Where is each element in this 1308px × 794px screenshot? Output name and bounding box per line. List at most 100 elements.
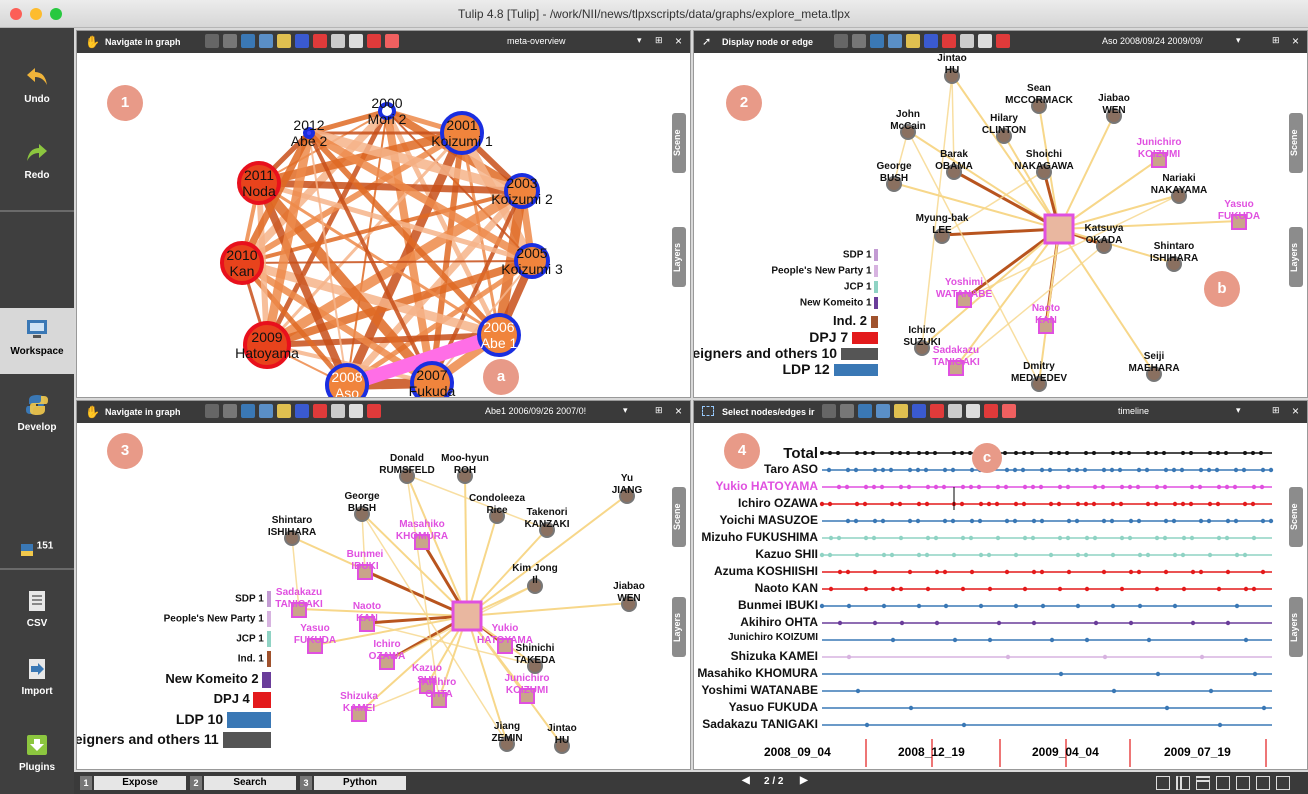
python-button[interactable]: Python	[314, 776, 406, 790]
zoom-icon[interactable]	[349, 34, 363, 48]
timeline-event[interactable]	[845, 467, 851, 473]
timeline-event[interactable]	[1119, 535, 1125, 541]
fisheye-icon[interactable]	[259, 34, 273, 48]
timeline-event[interactable]	[1048, 501, 1054, 507]
timeline-event[interactable]	[1146, 637, 1152, 643]
timeline-event[interactable]	[924, 552, 930, 558]
timeline-event[interactable]	[1039, 518, 1045, 524]
timeline-event[interactable]	[995, 484, 1001, 490]
timeline-event[interactable]	[855, 688, 861, 694]
timeline-event[interactable]	[952, 637, 958, 643]
timeline-event[interactable]	[872, 620, 878, 626]
timeline-event[interactable]	[960, 451, 964, 455]
timeline-event[interactable]	[1004, 518, 1010, 524]
timeline-event[interactable]	[1250, 501, 1256, 507]
timeline-event[interactable]	[1198, 467, 1204, 473]
timeline-event[interactable]	[1207, 552, 1213, 558]
timeline-event[interactable]	[1110, 603, 1116, 609]
timeline-event[interactable]	[1030, 451, 1034, 455]
timeline-event[interactable]	[854, 501, 860, 507]
timeline-event[interactable]	[1013, 603, 1019, 609]
timeline-event[interactable]	[1137, 552, 1143, 558]
timeline-event[interactable]	[1189, 451, 1193, 455]
prev-page-icon[interactable]: ◀	[742, 775, 750, 786]
layers-tab[interactable]: Layers	[1289, 597, 1303, 657]
timeline-event[interactable]	[819, 603, 825, 609]
timeline-event[interactable]	[1137, 603, 1143, 609]
timeline-event[interactable]	[1172, 501, 1178, 507]
delete-icon[interactable]	[331, 34, 345, 48]
timeline-event[interactable]	[1180, 552, 1186, 558]
timeline-event[interactable]	[933, 484, 939, 490]
timeline-event[interactable]	[986, 552, 992, 558]
timeline-event[interactable]	[917, 451, 921, 455]
timeline-event[interactable]	[934, 620, 940, 626]
timeline-event[interactable]	[1111, 688, 1117, 694]
timeline-event[interactable]	[853, 518, 859, 524]
timeline-event[interactable]	[1224, 451, 1228, 455]
timeline-event[interactable]	[1022, 484, 1028, 490]
timeline-event[interactable]	[1217, 722, 1223, 728]
timeline-event[interactable]	[890, 637, 896, 643]
delete-icon[interactable]	[960, 34, 974, 48]
timeline-event[interactable]	[1146, 451, 1150, 455]
close-panel-icon[interactable]: ×	[1292, 34, 1299, 48]
timeline-event[interactable]	[1075, 501, 1081, 507]
edit-edge-icon[interactable]	[313, 34, 327, 48]
timeline-event[interactable]	[880, 467, 886, 473]
close-panel-icon[interactable]: ×	[675, 34, 682, 48]
timeline-event[interactable]	[1164, 705, 1170, 711]
timeline-event[interactable]	[986, 501, 992, 507]
edit-edge-icon[interactable]	[930, 404, 944, 418]
timeline-event[interactable]	[1091, 501, 1097, 507]
dropdown-arrow-icon[interactable]: ▾	[623, 405, 628, 416]
timeline-event[interactable]	[1048, 552, 1054, 558]
timeline-event[interactable]	[1260, 569, 1266, 575]
timeline-event[interactable]	[863, 535, 869, 541]
timeline-event[interactable]	[1153, 501, 1159, 507]
add-edge-icon[interactable]	[295, 34, 309, 48]
undo-button[interactable]: Undo	[0, 56, 74, 126]
timeline-event[interactable]	[1163, 569, 1169, 575]
layers-tab[interactable]: Layers	[672, 227, 686, 287]
timeline-event[interactable]	[1065, 484, 1071, 490]
timeline-event[interactable]	[1224, 535, 1230, 541]
timeline-event[interactable]	[1243, 451, 1247, 455]
timeline-event[interactable]	[1012, 467, 1018, 473]
timeline-event[interactable]	[933, 451, 937, 455]
timeline-event[interactable]	[1171, 518, 1177, 524]
timeline-event[interactable]	[925, 451, 929, 455]
timeline-event[interactable]	[915, 467, 921, 473]
timeline-event[interactable]	[994, 501, 1000, 507]
timeline-event[interactable]	[925, 535, 931, 541]
timeline-event[interactable]	[1083, 552, 1089, 558]
expand-icon[interactable]: ⊞	[1272, 35, 1280, 46]
timeline-event[interactable]	[1179, 467, 1185, 473]
timeline-event[interactable]	[1039, 569, 1045, 575]
timeline-event[interactable]	[899, 620, 905, 626]
timeline-event[interactable]	[828, 535, 834, 541]
timeline-event[interactable]	[1189, 535, 1195, 541]
timeline-event[interactable]	[872, 518, 878, 524]
select-tool-icon[interactable]	[223, 34, 237, 48]
lifesaver-icon[interactable]	[1002, 404, 1016, 418]
timeline-event[interactable]	[1040, 603, 1046, 609]
timeline-event[interactable]	[881, 603, 887, 609]
timeline-event[interactable]	[1128, 569, 1134, 575]
add-edge-icon[interactable]	[295, 404, 309, 418]
timeline-event[interactable]	[916, 501, 922, 507]
develop-button[interactable]: Develop	[0, 384, 74, 454]
timeline-event[interactable]	[1084, 637, 1090, 643]
timeline-event[interactable]	[1066, 467, 1072, 473]
timeline-event[interactable]	[969, 518, 975, 524]
timeline-event[interactable]	[828, 586, 834, 592]
timeline-event[interactable]	[943, 603, 949, 609]
timeline-event[interactable]	[1039, 467, 1045, 473]
timeline-event[interactable]	[1038, 484, 1044, 490]
timeline-event[interactable]	[890, 586, 896, 592]
layers-tab[interactable]: Layers	[672, 597, 686, 657]
scene-tab[interactable]: Scene	[1289, 487, 1303, 547]
delete-icon[interactable]	[331, 404, 345, 418]
neighborhood-icon[interactable]	[367, 34, 381, 48]
timeline-event[interactable]	[1190, 620, 1196, 626]
